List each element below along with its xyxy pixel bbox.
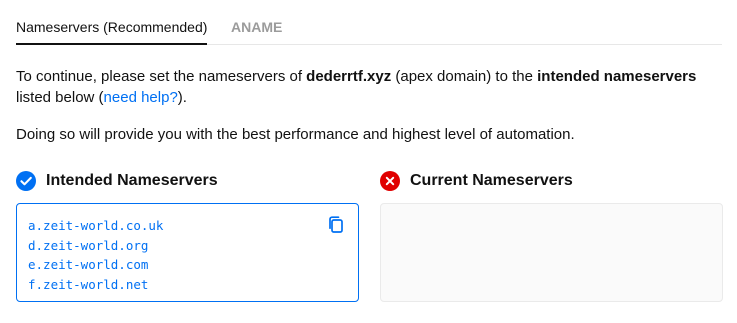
intended-nameserver-item: e.zeit-world.com xyxy=(28,257,149,272)
current-nameservers-heading: Current Nameservers xyxy=(380,170,573,192)
intended-nameservers-title: Intended Nameservers xyxy=(46,172,218,189)
copy-icon xyxy=(327,215,345,235)
domain-name: dederrtf.xyz xyxy=(306,68,392,85)
tab-nameservers-recommended[interactable]: Nameservers (Recommended) xyxy=(16,18,208,45)
intended-nameserver-item: f.zeit-world.net xyxy=(28,276,149,292)
current-nameservers-box xyxy=(380,203,723,302)
dns-method-tabs: Nameservers (Recommended) ANAME xyxy=(16,0,722,45)
intended-nameserver-item: a.zeit-world.co.uk xyxy=(28,218,164,233)
intended-nameservers-heading: Intended Nameservers xyxy=(16,170,218,192)
instruction-middle: (apex domain) to the xyxy=(391,68,538,85)
automation-benefit-text: Doing so will provide you with the best … xyxy=(16,126,575,143)
copy-nameservers-button[interactable] xyxy=(327,215,345,235)
need-help-link[interactable]: need help? xyxy=(104,89,178,106)
x-circle-icon xyxy=(380,171,400,191)
intended-nameserver-list: a.zeit-world.co.uk d.zeit-world.org e.ze… xyxy=(28,216,163,294)
current-nameservers-title: Current Nameservers xyxy=(410,172,573,189)
nameserver-instructions: To continue, please set the nameservers … xyxy=(16,66,722,108)
check-circle-icon xyxy=(16,171,36,191)
intended-nameservers-highlight: intended nameservers xyxy=(537,68,697,85)
intended-nameserver-item: d.zeit-world.org xyxy=(28,237,149,253)
instruction-listed-below: listed below ( xyxy=(16,89,104,106)
instruction-prefix: To continue, please set the nameservers … xyxy=(16,68,307,85)
tab-aname[interactable]: ANAME xyxy=(231,18,282,36)
intended-nameservers-box: a.zeit-world.co.uk d.zeit-world.org e.ze… xyxy=(16,203,359,302)
instruction-suffix: ). xyxy=(177,89,187,106)
